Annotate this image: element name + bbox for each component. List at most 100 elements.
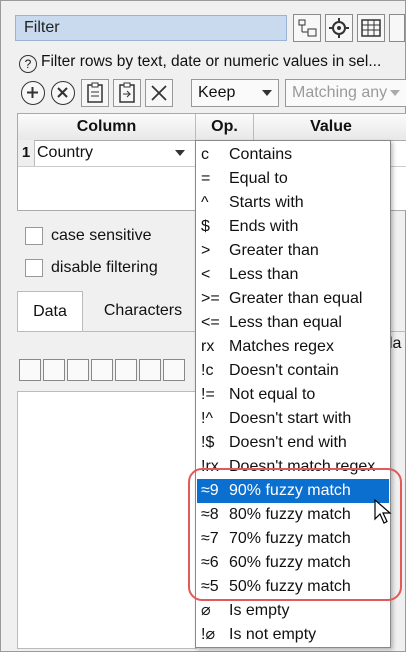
column-header-op[interactable]: Op.	[196, 114, 254, 140]
clear-button[interactable]	[145, 79, 173, 107]
keep-select[interactable]: Keep	[191, 79, 279, 107]
tab-characters[interactable]: Characters	[87, 291, 199, 331]
keep-select-value: Keep	[198, 84, 236, 101]
filter-settings-button[interactable]	[293, 14, 321, 42]
operator-menu-item[interactable]: ≈6 60% fuzzy match	[197, 551, 389, 575]
hierarchy-icon	[298, 19, 317, 37]
operator-label: 70% fuzzy match	[229, 530, 351, 547]
operator-menu-item[interactable]: <= Less than equal	[197, 311, 389, 335]
operator-label: Contains	[229, 146, 293, 163]
operator-label: 50% fuzzy match	[229, 578, 351, 595]
operator-code: ^	[201, 194, 209, 211]
add-row-button[interactable]	[21, 81, 45, 105]
operator-code: !$	[201, 434, 215, 451]
operator-label: Doesn't start with	[229, 410, 352, 427]
operator-menu-item[interactable]: ≈7 70% fuzzy match	[197, 527, 389, 551]
disable-filtering-label: disable filtering	[51, 259, 158, 276]
operator-label: Doesn't contain	[229, 362, 339, 379]
disable-filtering-checkbox[interactable]	[25, 259, 43, 277]
chevron-down-icon	[262, 90, 272, 96]
operator-label: Is empty	[229, 602, 290, 619]
operator-menu-item[interactable]: !rx Doesn't match regex	[197, 455, 389, 479]
operator-code: !c	[201, 362, 214, 379]
new-document-icon[interactable]	[19, 359, 41, 381]
operator-menu: c Contains = Equal to ^ Starts with $ Ends with…	[195, 140, 391, 648]
operator-menu-item[interactable]: rx Matches regex	[197, 335, 389, 359]
clipboard-icon[interactable]	[43, 359, 65, 381]
filter-icon[interactable]	[163, 359, 185, 381]
case-sensitive-checkbox[interactable]	[25, 227, 43, 245]
data-toolbar	[19, 359, 199, 385]
operator-menu-item[interactable]: = Equal to	[197, 167, 389, 191]
columns-icon[interactable]	[115, 359, 137, 381]
operator-label: Less than	[229, 266, 299, 283]
operator-menu-item[interactable]: !c Doesn't contain	[197, 359, 389, 383]
mouse-cursor-icon	[374, 499, 392, 524]
operator-label: Doesn't end with	[229, 434, 347, 451]
operator-menu-item[interactable]: < Less than	[197, 263, 389, 287]
operator-menu-item[interactable]: ^ Starts with	[197, 191, 389, 215]
pencil-icon[interactable]	[67, 359, 89, 381]
operator-menu-item[interactable]: !⌀ Is not empty	[197, 623, 389, 647]
operator-code: ≈7	[201, 530, 219, 547]
close-circle-icon	[57, 87, 68, 98]
plus-icon	[27, 87, 38, 98]
eye-icon[interactable]	[91, 359, 113, 381]
operator-menu-item[interactable]: $ Ends with	[197, 215, 389, 239]
operator-code: !=	[201, 386, 215, 403]
operator-code: ≈6	[201, 554, 219, 571]
operator-menu-item[interactable]: > Greater than	[197, 239, 389, 263]
options-button[interactable]	[325, 14, 353, 42]
operator-label: Not equal to	[229, 386, 316, 403]
x-icon	[151, 85, 167, 101]
column-header-value[interactable]: Value	[254, 114, 406, 140]
matching-select-value: Matching any	[292, 84, 388, 101]
chevron-down-icon	[390, 90, 400, 96]
operator-label: Doesn't match regex	[229, 458, 376, 475]
operator-code: >=	[201, 290, 220, 307]
matching-select[interactable]: Matching any	[285, 79, 406, 107]
operator-menu-item[interactable]: !$ Doesn't end with	[197, 431, 389, 455]
operator-label: 80% fuzzy match	[229, 506, 351, 523]
operator-menu-item[interactable]: != Not equal to	[197, 383, 389, 407]
operator-menu-item[interactable]: ≈5 50% fuzzy match	[197, 575, 389, 599]
paste-special-button[interactable]	[113, 79, 141, 107]
table-icon	[361, 19, 381, 37]
filter-title: Filter	[15, 15, 287, 41]
operator-code: ≈5	[201, 578, 219, 595]
operator-code: !rx	[201, 458, 219, 475]
operator-menu-item[interactable]: ≈8 80% fuzzy match	[197, 503, 389, 527]
operator-menu-item[interactable]: !^ Doesn't start with	[197, 407, 389, 431]
remove-row-button[interactable]	[51, 81, 75, 105]
column-select[interactable]: Country	[34, 140, 196, 166]
row-number: 1	[18, 140, 35, 166]
case-sensitive-label: case sensitive	[51, 227, 152, 244]
paste-button[interactable]	[81, 79, 109, 107]
operator-menu-item[interactable]: ≈9 90% fuzzy match	[197, 479, 389, 503]
operator-code: =	[201, 170, 211, 187]
rows-icon[interactable]	[139, 359, 161, 381]
tab-data[interactable]: Data	[17, 291, 83, 331]
operator-code: !⌀	[201, 626, 216, 643]
operator-label: Is not empty	[229, 626, 317, 643]
clipboard-arrow-icon	[119, 82, 135, 103]
operator-label: Less than equal	[229, 314, 342, 331]
operator-label: Starts with	[229, 194, 304, 211]
operator-label: Ends with	[229, 218, 299, 235]
operator-menu-item[interactable]: ⌀ Is empty	[197, 599, 389, 623]
operator-label: Greater than equal	[229, 290, 363, 307]
operator-code: c	[201, 146, 209, 163]
description-text: Filter rows by text, date or numeric val…	[41, 53, 382, 70]
grid-header: Column Op. Value	[18, 114, 406, 141]
operator-code: $	[201, 218, 210, 235]
help-icon[interactable]: ?	[19, 55, 37, 73]
operator-code: ⌀	[201, 602, 211, 619]
overflow-button[interactable]	[389, 14, 405, 42]
column-select-value: Country	[37, 144, 94, 161]
operator-menu-item[interactable]: >= Greater than equal	[197, 287, 389, 311]
table-view-button[interactable]	[357, 14, 385, 42]
column-header-column[interactable]: Column	[18, 114, 196, 140]
operator-menu-item[interactable]: c Contains	[197, 143, 389, 167]
operator-label: 90% fuzzy match	[229, 482, 351, 499]
operator-label: 60% fuzzy match	[229, 554, 351, 571]
